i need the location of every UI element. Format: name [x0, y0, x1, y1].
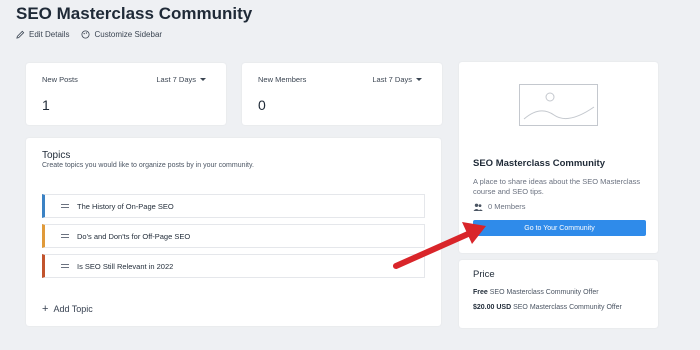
red-arrow-annotation: [393, 222, 486, 269]
drag-handle-icon[interactable]: [61, 264, 69, 268]
edit-details-label: Edit Details: [29, 30, 70, 39]
topic-label: Do's and Don'ts for Off-Page SEO: [77, 231, 191, 241]
drag-handle-icon[interactable]: [61, 204, 69, 208]
stat-label: New Posts: [42, 75, 78, 84]
drag-handle-icon[interactable]: [61, 234, 69, 238]
community-title: SEO Masterclass Community: [473, 158, 605, 169]
period-label: Last 7 Days: [372, 75, 412, 84]
stat-value: 1: [42, 97, 50, 113]
topics-description: Create topics you would like to organize…: [42, 162, 254, 169]
caret-down-icon: [416, 78, 422, 81]
users-icon: [473, 203, 483, 211]
caret-down-icon: [200, 78, 206, 81]
new-members-card: New Members Last 7 Days 0: [242, 63, 442, 125]
topic-item[interactable]: Is SEO Still Relevant in 2022: [42, 254, 425, 278]
period-dropdown[interactable]: Last 7 Days: [156, 75, 206, 84]
palette-icon: [81, 30, 90, 39]
offer-name: SEO Masterclass Community Offer: [513, 304, 622, 311]
members-label: 0 Members: [488, 202, 526, 211]
page-title: SEO Masterclass Community: [16, 4, 253, 23]
period-dropdown[interactable]: Last 7 Days: [372, 75, 422, 84]
customize-sidebar-label: Customize Sidebar: [94, 30, 163, 39]
customize-sidebar-link[interactable]: Customize Sidebar: [81, 30, 162, 39]
header-actions: Edit Details Customize Sidebar: [16, 30, 162, 39]
plus-icon: +: [42, 303, 49, 315]
offer-name: SEO Masterclass Community Offer: [489, 289, 599, 296]
topics-title: Topics: [42, 150, 71, 161]
topic-label: Is SEO Still Relevant in 2022: [77, 261, 174, 271]
price-offer: Free SEO Masterclass Community Offer: [473, 288, 648, 298]
stat-value: 0: [258, 97, 266, 113]
topic-item[interactable]: The History of On-Page SEO: [42, 194, 425, 218]
add-topic-label: Add Topic: [53, 304, 93, 314]
add-topic-button[interactable]: + Add Topic: [42, 303, 93, 315]
period-label: Last 7 Days: [156, 75, 196, 84]
offer-amount: $20.00 USD: [473, 304, 512, 311]
price-offer: $20.00 USD SEO Masterclass Community Off…: [473, 303, 648, 313]
pencil-icon: [16, 30, 25, 39]
topics-card: Topics Create topics you would like to o…: [26, 138, 441, 326]
topic-item[interactable]: Do's and Don'ts for Off-Page SEO: [42, 224, 425, 248]
members-count: 0 Members: [473, 202, 526, 211]
edit-details-link[interactable]: Edit Details: [16, 30, 69, 39]
offer-amount: Free: [473, 289, 488, 296]
image-placeholder-icon: [519, 84, 598, 126]
new-posts-card: New Posts Last 7 Days 1: [26, 63, 226, 125]
topic-label: The History of On-Page SEO: [77, 201, 174, 211]
community-description: A place to share ideas about the SEO Mas…: [473, 177, 641, 196]
stat-label: New Members: [258, 75, 307, 84]
